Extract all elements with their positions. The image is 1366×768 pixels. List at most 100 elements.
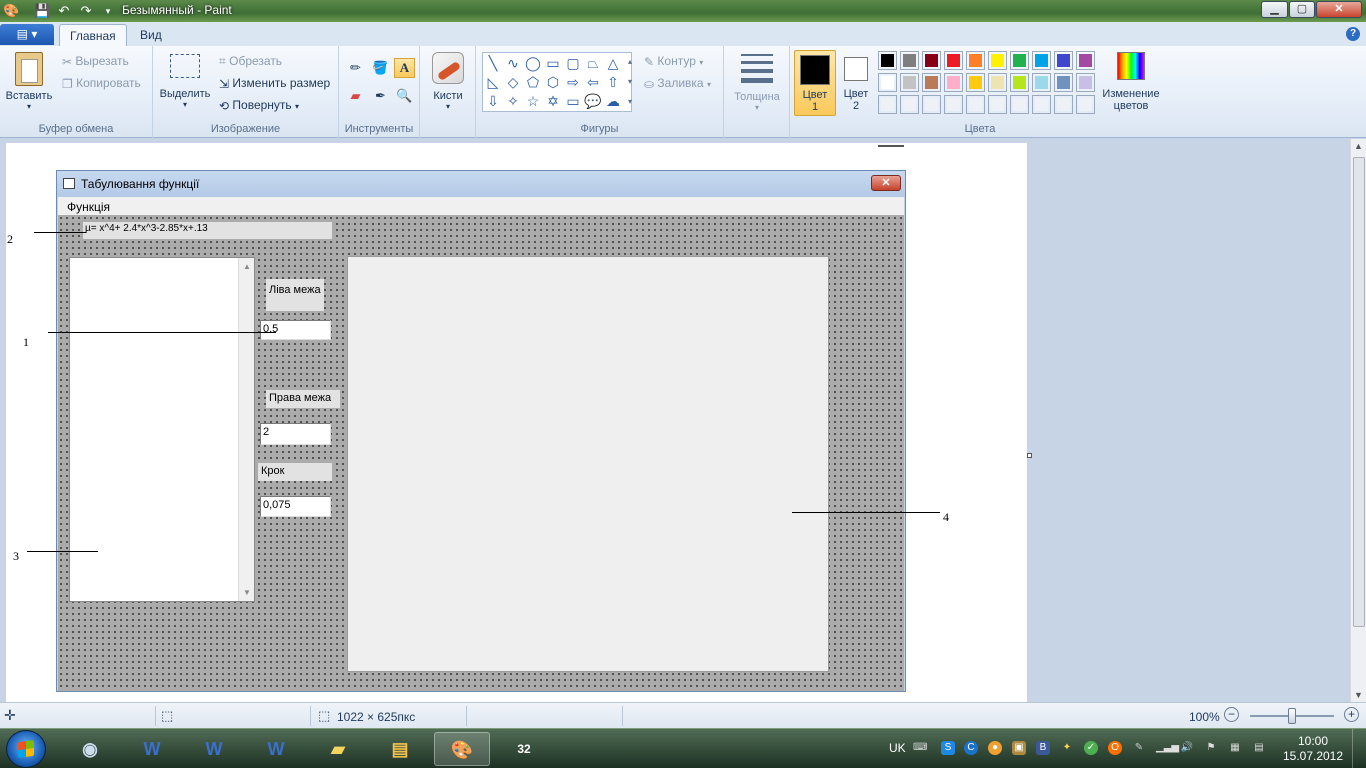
color-swatch[interactable] (1054, 51, 1073, 70)
outline-button[interactable]: ✎ Контур ▾ (644, 54, 703, 69)
color-swatch[interactable] (1010, 73, 1029, 92)
empty-color-swatch[interactable] (900, 95, 919, 114)
app-menu-button[interactable]: ▤ ▾ (0, 24, 54, 45)
brushes-button[interactable]: Кисти ▾ (428, 52, 468, 111)
word-app-icon[interactable]: W (124, 732, 180, 766)
polygon-shape-icon[interactable]: ⏢ (584, 54, 602, 72)
magnifier-icon[interactable]: 🔍 (394, 86, 415, 106)
canvas-resize-handle-right[interactable] (1027, 453, 1032, 458)
browser-tray-icon[interactable]: C (964, 741, 978, 755)
paste-button[interactable]: Вставить ▾ (4, 52, 54, 111)
color2-button[interactable]: Цвет 2 (838, 50, 874, 116)
tray-extra-icon[interactable]: ▤ (1252, 741, 1266, 755)
down-arrow-shape-icon[interactable]: ⇩ (484, 92, 502, 110)
keyboard-icon[interactable]: ⌨ (913, 741, 927, 755)
vertical-scrollbar[interactable]: ▲ ▼ (1350, 139, 1366, 702)
left-arrow-shape-icon[interactable]: ⇦ (584, 73, 602, 91)
color-swatch[interactable] (966, 51, 985, 70)
empty-color-swatch[interactable] (1010, 95, 1029, 114)
scroll-thumb[interactable] (1353, 157, 1365, 627)
oval-callout-shape-icon[interactable]: 💬 (584, 92, 602, 110)
color-swatch[interactable] (900, 51, 919, 70)
color-swatch[interactable] (988, 73, 1007, 92)
green-tray-icon[interactable]: ✓ (1084, 741, 1098, 755)
scroll-up-icon[interactable]: ▲ (1354, 141, 1363, 151)
maximize-button[interactable]: ▢ (1289, 1, 1315, 18)
pencil-icon[interactable]: ✏ (345, 58, 366, 78)
color-swatch[interactable] (1032, 73, 1051, 92)
empty-color-swatch[interactable] (1032, 95, 1051, 114)
color-swatch[interactable] (1054, 73, 1073, 92)
quick-access-dropdown-icon[interactable]: ▾ (100, 3, 116, 19)
minimize-button[interactable]: ▁ (1261, 1, 1288, 18)
color-swatch[interactable] (1076, 73, 1095, 92)
four-point-star-shape-icon[interactable]: ✧ (504, 92, 522, 110)
zoom-out-button[interactable]: − (1224, 707, 1239, 722)
resize-button[interactable]: ⇲ Изменить размер (219, 76, 330, 91)
rounded-rectangle-shape-icon[interactable]: ▢ (564, 54, 582, 72)
empty-color-swatch[interactable] (1054, 95, 1073, 114)
skype-tray-icon[interactable]: S (941, 741, 955, 755)
up-arrow-shape-icon[interactable]: ⇧ (604, 73, 622, 91)
shapes-gallery[interactable]: ╲ ∿ ◯ ▭ ▢ ⏢ △ ◺ ◇ ⬠ ⬡ ⇨ ⇦ ⇧ ⇩ ✧ ☆ ✡ ▭ 💬 … (482, 52, 632, 112)
help-icon[interactable]: ? (1346, 27, 1360, 41)
start-button[interactable] (6, 730, 46, 768)
show-desktop-button[interactable] (1352, 729, 1366, 768)
cut-button[interactable]: ✂ Вырезать (62, 54, 129, 69)
close-button[interactable]: ✕ (1316, 1, 1362, 18)
zoom-in-button[interactable]: + (1344, 707, 1359, 722)
empty-color-swatch[interactable] (944, 95, 963, 114)
size-button[interactable]: Толщина ▾ (732, 54, 782, 112)
zoom-slider-thumb[interactable] (1288, 708, 1296, 724)
color-swatch[interactable] (878, 51, 897, 70)
word-app-icon-3[interactable]: W (248, 732, 304, 766)
volume-icon[interactable]: 🔊 (1180, 741, 1194, 755)
color-swatch[interactable] (1010, 51, 1029, 70)
color-swatch[interactable] (944, 51, 963, 70)
tab-view[interactable]: Вид (130, 24, 172, 46)
shapes-scroll[interactable]: ▴ ▾ ▾ (624, 52, 636, 112)
delphi-app-icon[interactable]: 32 (496, 732, 552, 766)
oval-shape-icon[interactable]: ◯ (524, 54, 542, 72)
sticky-notes-icon[interactable]: ▰ (310, 732, 366, 766)
word-app-icon-2[interactable]: W (186, 732, 242, 766)
fill-button[interactable]: ⛀ Заливка ▾ (644, 76, 711, 91)
color-swatch[interactable] (922, 51, 941, 70)
display-tray-icon[interactable]: ▦ (1228, 741, 1242, 755)
tab-home[interactable]: Главная (59, 24, 127, 46)
text-tool-icon[interactable]: A (394, 58, 415, 78)
crop-button[interactable]: ⌗ Обрезать (219, 54, 282, 69)
curve-shape-icon[interactable]: ∿ (504, 54, 522, 72)
chat-tray-icon[interactable]: ● (988, 741, 1002, 755)
action-center-flag-icon[interactable]: ⚑ (1204, 741, 1218, 755)
paint-taskbar-icon[interactable]: 🎨 (434, 732, 490, 766)
system-clock[interactable]: 10:00 15.07.2012 (1282, 734, 1344, 764)
redo-icon[interactable]: ↷ (78, 3, 94, 19)
vk-tray-icon[interactable]: B (1036, 741, 1050, 755)
empty-color-swatch[interactable] (966, 95, 985, 114)
color-swatch[interactable] (922, 73, 941, 92)
tray-app-icon[interactable]: ▣ (1012, 741, 1026, 755)
copy-button[interactable]: ❐ Копировать (62, 76, 141, 91)
eraser-icon[interactable]: ▰ (345, 86, 366, 106)
select-button[interactable]: Выделить ▾ (159, 54, 211, 109)
language-indicator[interactable]: UK (889, 741, 906, 755)
diamond-shape-icon[interactable]: ◇ (504, 73, 522, 91)
webcam-app-icon[interactable]: ◉ (62, 732, 118, 766)
opera-tray-icon[interactable]: O (1108, 741, 1122, 755)
color-picker-icon[interactable]: ✒ (370, 86, 391, 106)
empty-color-swatch[interactable] (1076, 95, 1095, 114)
hexagon-shape-icon[interactable]: ⬡ (544, 73, 562, 91)
explorer-folder-icon[interactable]: ▤ (372, 732, 428, 766)
color-swatch[interactable] (878, 73, 897, 92)
six-point-star-shape-icon[interactable]: ✡ (544, 92, 562, 110)
pen-tray-icon[interactable]: ✎ (1132, 741, 1146, 755)
rect-callout-shape-icon[interactable]: ▭ (564, 92, 582, 110)
rectangle-shape-icon[interactable]: ▭ (544, 54, 562, 72)
color-swatch[interactable] (944, 73, 963, 92)
color-swatch[interactable] (1032, 51, 1051, 70)
rotate-button[interactable]: ⟲ Повернуть ▾ (219, 98, 299, 113)
color-swatch[interactable] (1076, 51, 1095, 70)
line-shape-icon[interactable]: ╲ (484, 54, 502, 72)
color-swatch[interactable] (966, 73, 985, 92)
